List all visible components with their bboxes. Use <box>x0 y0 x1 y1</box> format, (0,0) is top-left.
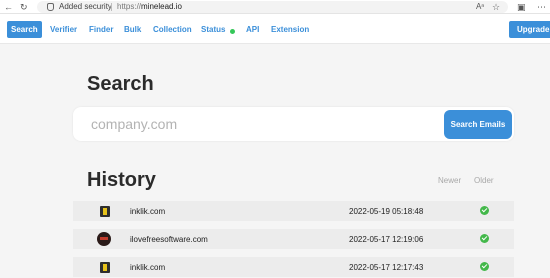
nav-extension[interactable]: Extension <box>271 25 309 35</box>
history-row[interactable]: ilovefreesoftware.com 2022-05-17 12:19:0… <box>73 229 514 249</box>
ilovefreesoftware-favicon-icon <box>97 232 111 246</box>
more-icon[interactable]: ⋯ <box>537 1 546 13</box>
nav-finder[interactable]: Finder <box>89 25 113 35</box>
check-icon <box>480 262 489 271</box>
sort-older-link[interactable]: Older <box>474 176 494 185</box>
nav-status[interactable]: Status <box>201 25 225 35</box>
refresh-icon[interactable]: ↻ <box>20 1 28 13</box>
nav-search[interactable]: Search <box>7 21 42 38</box>
nav-api[interactable]: API <box>246 25 259 35</box>
browser-extension-icon[interactable]: ▣ <box>517 1 526 13</box>
inklik-favicon-icon <box>100 262 110 273</box>
check-icon <box>480 234 489 243</box>
history-domain[interactable]: inklik.com <box>130 263 165 272</box>
security-text: Added security <box>59 2 112 11</box>
nav-bulk[interactable]: Bulk <box>124 25 141 35</box>
sort-newer-link[interactable]: Newer <box>438 176 461 185</box>
inklik-favicon-icon <box>100 206 110 217</box>
nav-verifier[interactable]: Verifier <box>50 25 77 35</box>
history-timestamp: 2022-05-19 05:18:48 <box>349 207 424 216</box>
favorites-icon[interactable]: ☆ <box>492 1 500 13</box>
history-timestamp: 2022-05-17 12:17:43 <box>349 263 424 272</box>
history-domain[interactable]: ilovefreesoftware.com <box>130 235 208 244</box>
check-icon <box>480 206 489 215</box>
upgrade-button[interactable]: Upgrade <box>509 21 550 38</box>
url-host: minelead.io <box>141 2 182 11</box>
status-indicator-icon <box>230 29 235 34</box>
lock-icon[interactable] <box>47 3 54 11</box>
history-row[interactable]: inklik.com 2022-05-17 12:17:43 <box>73 257 514 277</box>
history-row[interactable]: inklik.com 2022-05-19 05:18:48 <box>73 201 514 221</box>
nav-collection[interactable]: Collection <box>153 25 192 35</box>
back-icon[interactable]: ← <box>4 1 13 13</box>
url-text[interactable]: https://minelead.io <box>117 2 182 11</box>
browser-toolbar: ← ↻ Added security https://minelead.io A… <box>0 0 550 14</box>
main-nav: Search Verifier Finder Bulk Collection S… <box>0 14 550 44</box>
read-aloud-icon[interactable]: Aⁿ <box>476 1 484 13</box>
history-heading: History <box>87 169 156 191</box>
history-domain[interactable]: inklik.com <box>130 207 165 216</box>
history-timestamp: 2022-05-17 12:19:06 <box>349 235 424 244</box>
search-heading: Search <box>87 73 154 95</box>
search-input[interactable]: company.com <box>91 116 177 132</box>
address-divider <box>111 3 112 11</box>
url-protocol: https:// <box>117 2 142 11</box>
search-emails-button[interactable]: Search Emails <box>444 110 512 139</box>
